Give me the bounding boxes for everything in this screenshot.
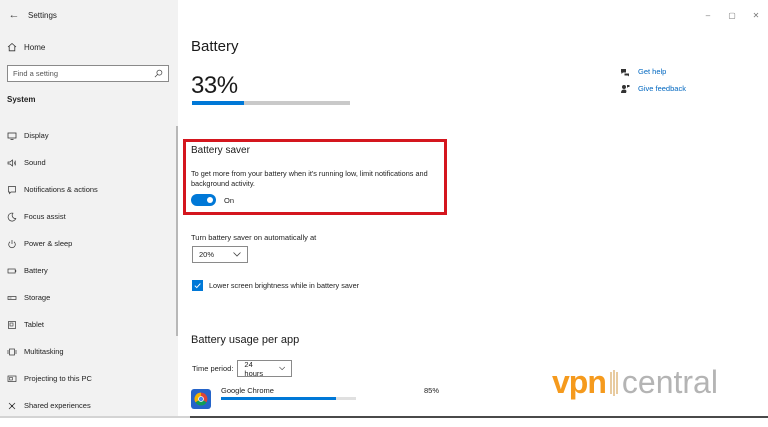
- home-icon: [7, 42, 17, 52]
- chevron-down-icon: [233, 252, 241, 257]
- sidebar-item-storage[interactable]: Storage: [0, 284, 178, 311]
- lower-brightness-label: Lower screen brightness while in battery…: [209, 281, 360, 290]
- sidebar-item-label: Projecting to this PC: [24, 374, 92, 383]
- sidebar-item-multitasking[interactable]: Multitasking: [0, 338, 178, 365]
- minimize-button[interactable]: –: [696, 0, 720, 30]
- time-period-select[interactable]: 24 hours: [237, 359, 293, 378]
- sidebar-item-power-sleep[interactable]: Power & sleep: [0, 230, 178, 257]
- nav-list: Display Sound Notifications & actions Fo…: [0, 122, 178, 419]
- battery-saver-description: To get more from your battery when it's …: [191, 169, 428, 188]
- search-box[interactable]: [7, 65, 169, 82]
- projecting-icon: [7, 374, 17, 384]
- app-name: Google Chrome: [221, 386, 274, 395]
- shared-experiences-icon: [7, 401, 17, 411]
- watermark-separator-icon: [609, 368, 619, 398]
- watermark-brand-part1: vpn: [552, 364, 607, 400]
- monitor-icon: [7, 131, 17, 141]
- battery-saver-toggle[interactable]: [191, 194, 216, 206]
- auto-on-label: Turn battery saver on automatically at: [191, 233, 317, 242]
- give-feedback-link[interactable]: Give feedback: [620, 80, 686, 97]
- sidebar-item-battery[interactable]: Battery: [0, 257, 178, 284]
- sidebar-item-label: Sound: [24, 158, 46, 167]
- sidebar-item-focus-assist[interactable]: Focus assist: [0, 203, 178, 230]
- sidebar-item-shared-experiences[interactable]: Shared experiences: [0, 392, 178, 419]
- app-percent: 85%: [424, 386, 440, 395]
- close-button[interactable]: ✕: [744, 0, 768, 30]
- sidebar-item-notifications[interactable]: Notifications & actions: [0, 176, 178, 203]
- sidebar-item-label: Power & sleep: [24, 239, 73, 248]
- multitasking-icon: [7, 347, 17, 357]
- time-period-value: 24 hours: [244, 359, 264, 378]
- storage-icon: [7, 293, 17, 303]
- sidebar-item-tablet[interactable]: Tablet: [0, 311, 178, 338]
- time-period-label: Time period:: [192, 364, 234, 373]
- sidebar-item-label: Tablet: [24, 320, 45, 329]
- help-icon: [621, 68, 629, 76]
- sidebar-item-projecting[interactable]: Projecting to this PC: [0, 365, 178, 392]
- tablet-icon: [7, 320, 17, 330]
- moon-icon: [7, 212, 17, 222]
- battery-level-fill: [192, 101, 245, 105]
- battery-percent: 33%: [191, 72, 238, 99]
- battery-icon: [7, 266, 17, 276]
- section-label-system: System: [7, 95, 36, 104]
- auto-on-threshold-value: 20%: [199, 250, 215, 259]
- search-input[interactable]: [13, 69, 143, 78]
- watermark-brand-part2: central: [621, 364, 718, 400]
- chrome-icon: [191, 389, 211, 409]
- time-period-row: Time period: 24 hours: [192, 359, 293, 378]
- auto-on-threshold-select[interactable]: 20%: [192, 246, 248, 263]
- app-usage-bar: [221, 397, 356, 400]
- feedback-icon: [621, 84, 630, 93]
- title-bar: ← Settings: [0, 0, 178, 30]
- sidebar-item-label: Multitasking: [24, 347, 64, 356]
- app-usage-row[interactable]: Google Chrome 85%: [191, 385, 451, 411]
- usage-title: Battery usage per app: [191, 334, 300, 346]
- toggle-knob: [207, 197, 213, 203]
- sidebar-item-sound[interactable]: Sound: [0, 149, 178, 176]
- speaker-icon: [7, 158, 17, 168]
- chevron-down-icon: [279, 366, 286, 371]
- lower-brightness-checkbox[interactable]: [192, 280, 203, 291]
- battery-saver-toggle-row: On: [191, 194, 234, 206]
- checkmark-icon: [194, 283, 201, 289]
- give-feedback-label: Give feedback: [638, 84, 686, 93]
- sidebar-item-label: Display: [24, 131, 49, 140]
- sidebar-item-label: Notifications & actions: [24, 185, 98, 194]
- lower-brightness-row: Lower screen brightness while in battery…: [192, 280, 359, 291]
- window-controls: – ▢ ✕: [696, 0, 768, 30]
- maximize-button[interactable]: ▢: [720, 0, 744, 30]
- back-button[interactable]: ←: [0, 0, 28, 30]
- sidebar-item-label: Battery: [24, 266, 48, 275]
- sidebar: ← Settings Home System Display Sound Not…: [0, 0, 178, 416]
- get-help-label: Get help: [638, 67, 667, 76]
- sidebar-item-label: Focus assist: [24, 212, 66, 221]
- bottom-divider-dark: [190, 416, 768, 418]
- sidebar-item-display[interactable]: Display: [0, 122, 178, 149]
- battery-level-bar: [192, 101, 350, 105]
- sidebar-item-label: Shared experiences: [24, 401, 91, 410]
- battery-saver-title: Battery saver: [191, 145, 250, 156]
- notification-icon: [7, 185, 17, 195]
- search-icon[interactable]: [154, 65, 163, 83]
- toggle-state-label: On: [224, 195, 235, 205]
- sidebar-scrollbar[interactable]: [176, 126, 178, 336]
- page-title: Battery: [191, 38, 239, 55]
- help-links: Get help Give feedback: [620, 63, 686, 97]
- get-help-link[interactable]: Get help: [620, 63, 686, 80]
- nav-home[interactable]: Home: [0, 37, 178, 57]
- vpncentral-watermark: vpn central: [552, 364, 718, 401]
- power-icon: [7, 239, 17, 249]
- nav-home-label: Home: [24, 42, 46, 52]
- app-title: Settings: [28, 10, 57, 20]
- sidebar-item-label: Storage: [24, 293, 51, 302]
- app-usage-fill: [221, 397, 336, 400]
